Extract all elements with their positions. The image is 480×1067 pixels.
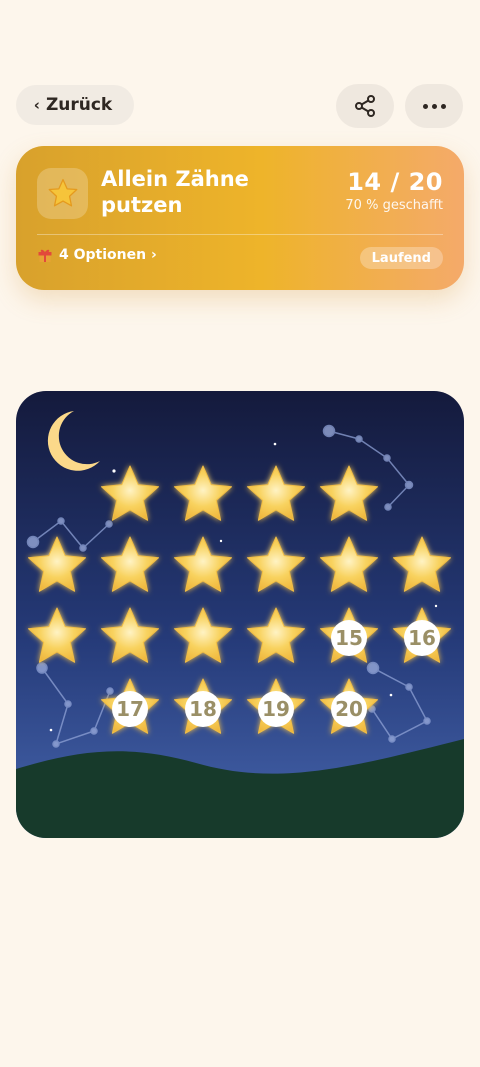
slot-number-label: 17 xyxy=(116,697,144,721)
slot-number-label: 18 xyxy=(189,697,217,721)
progress-percent: 70 % geschafft xyxy=(345,198,443,213)
options-label: 4 Optionen › xyxy=(59,247,157,263)
back-button[interactable]: ‹ Zurück xyxy=(16,85,134,125)
options-link[interactable]: 4 Optionen › xyxy=(37,247,157,263)
share-icon xyxy=(355,95,375,117)
star-board: 15 16 17 18 19 20 xyxy=(16,391,464,838)
gift-icon xyxy=(38,249,52,262)
habit-card: Allein Zähne putzen 14 / 20 70 % geschaf… xyxy=(16,146,464,290)
slot-number-label: 19 xyxy=(262,697,290,721)
more-dots-icon xyxy=(422,103,446,109)
star-board-canvas: 15 16 17 18 19 20 xyxy=(16,391,464,838)
slot-number-label: 16 xyxy=(408,626,436,650)
slot-number-label: 20 xyxy=(335,697,363,721)
chevron-left-icon: ‹ xyxy=(33,96,40,114)
status-badge: Laufend xyxy=(359,247,443,269)
share-button[interactable] xyxy=(336,84,394,128)
back-label: Zurück xyxy=(45,95,113,115)
slot-number-label: 15 xyxy=(335,626,363,650)
habit-icon-tile xyxy=(37,168,88,219)
progress-counter: 14 / 20 xyxy=(347,168,443,196)
card-divider xyxy=(37,234,443,235)
habit-title: Allein Zähne putzen xyxy=(101,167,249,217)
more-options-button[interactable] xyxy=(405,84,463,128)
star-icon xyxy=(48,178,77,206)
